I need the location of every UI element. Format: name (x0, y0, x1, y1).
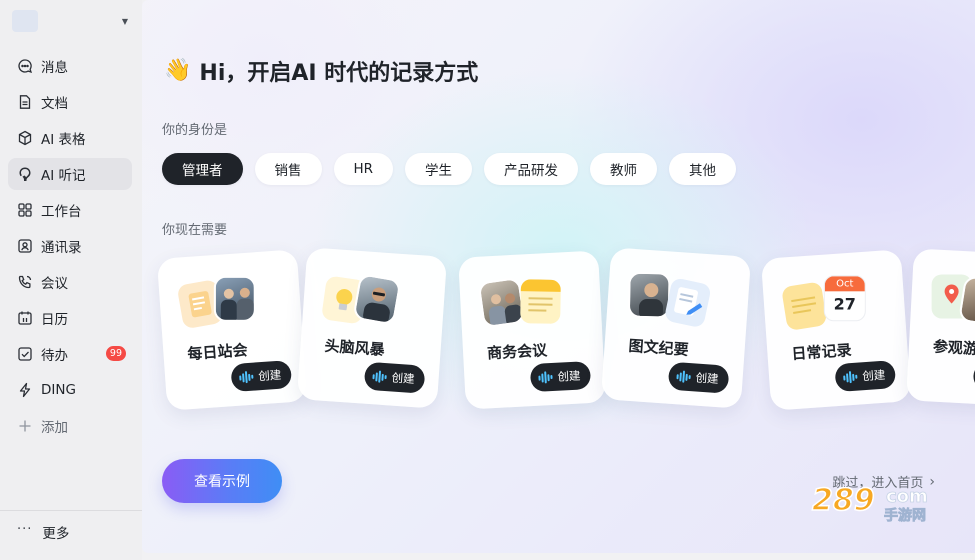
scenario-card-daily-log[interactable]: Oct 27 日常记录 创建 (760, 249, 912, 411)
audio-wave-icon (843, 371, 858, 384)
document-edit-icon (663, 277, 712, 329)
sidebar-item-contacts[interactable]: 通讯录 (8, 230, 132, 262)
scenario-card-brainstorm[interactable]: 头脑风暴 创建 (296, 247, 448, 409)
plus-icon (17, 418, 33, 434)
caret-down-icon: ▼ (121, 16, 128, 26)
watermark-subtitle: 手游网 (884, 507, 926, 524)
scenario-card-sightseeing[interactable]: 参观游览 创建 (906, 248, 975, 408)
sidebar-item-label: 待办 (41, 348, 68, 364)
scenario-card-daily-standup[interactable]: 每日站会 创建 (156, 249, 308, 411)
sidebar-item-label: DING (41, 382, 76, 398)
sidebar-item-label: 会议 (41, 276, 68, 292)
card-title: 每日站会 (186, 340, 249, 364)
unread-badge: 99 (105, 346, 126, 361)
audio-wave-icon (538, 371, 553, 384)
lightning-icon (17, 382, 33, 398)
sidebar-item-messages[interactable]: 消息 (8, 50, 132, 82)
grid-icon (17, 202, 33, 218)
sidebar-item-label: AI 听记 (41, 168, 86, 184)
waving-hand-icon: 👋 (164, 58, 192, 83)
notepad-icon (520, 279, 561, 324)
phone-icon (17, 274, 33, 290)
card-title: 日常记录 (790, 340, 853, 364)
sidebar-item-label: 消息 (41, 60, 68, 76)
people-photo (627, 271, 671, 319)
sidebar-item-label: 文档 (41, 96, 68, 112)
sidebar-item-label: 工作台 (41, 204, 82, 220)
view-examples-button[interactable]: 查看示例 (162, 459, 282, 503)
card-illustration (176, 274, 266, 336)
card-illustration (930, 271, 975, 331)
document-icon (17, 94, 33, 110)
sidebar-nav: 消息 文档 AI 表格 AI 听记 工作台 通讯录 会议 日历 待办 99 DI… (8, 50, 132, 446)
needs-label: 你现在需要 (162, 223, 228, 238)
sidebar-item-meeting[interactable]: 会议 (8, 266, 132, 298)
sidebar-item-ai-table[interactable]: AI 表格 (8, 122, 132, 154)
audio-wave-icon (239, 371, 254, 384)
more-button[interactable]: ··· 更多 (17, 520, 69, 544)
sidebar-item-calendar[interactable]: 日历 (8, 302, 132, 334)
card-illustration: Oct 27 (781, 274, 870, 336)
sidebar-item-docs[interactable]: 文档 (8, 86, 132, 118)
create-button[interactable]: 创建 (230, 360, 293, 393)
ai-listen-icon (17, 166, 33, 182)
more-label: 更多 (42, 526, 70, 542)
greeting-text: Hi，开启AI 时代的记录方式 (199, 61, 479, 86)
role-chip-manager[interactable]: 管理者 (162, 153, 243, 185)
cube-icon (17, 130, 33, 146)
sidebar: ▼ 消息 文档 AI 表格 AI 听记 工作台 通讯录 会议 日历 待办 99 … (0, 0, 142, 560)
workspace-switcher[interactable]: ▼ (12, 9, 130, 33)
card-illustration (477, 274, 566, 334)
sticky-note-icon (781, 281, 828, 332)
contacts-icon (17, 238, 33, 254)
sidebar-item-label: 添加 (41, 420, 68, 436)
people-photo (352, 272, 402, 326)
role-chips: 管理者 销售 HR 学生 产品研发 教师 其他 (162, 153, 737, 185)
scenario-card-photo-notes[interactable]: 图文纪要 创建 (600, 247, 752, 409)
audio-wave-icon (372, 370, 387, 383)
role-chip-hr[interactable]: HR (333, 153, 394, 185)
people-photo (213, 275, 256, 322)
role-chip-sales[interactable]: 销售 (254, 153, 322, 185)
sidebar-item-todo[interactable]: 待办 99 (8, 338, 132, 370)
sidebar-item-label: 通讯录 (41, 240, 82, 256)
card-title: 图文纪要 (628, 336, 690, 359)
sidebar-item-add[interactable]: 添加 (8, 410, 132, 442)
page-title: 👋 Hi，开启AI 时代的记录方式 (164, 55, 478, 87)
todo-icon (17, 346, 33, 362)
card-title: 头脑风暴 (324, 336, 386, 359)
sidebar-item-ai-listen[interactable]: AI 听记 (8, 158, 132, 190)
identity-label: 你的身份是 (162, 123, 228, 138)
card-illustration (321, 271, 410, 333)
sidebar-divider (0, 510, 142, 511)
bottom-strip (142, 553, 975, 560)
create-button[interactable]: 创建 (667, 361, 730, 394)
card-illustration (626, 271, 714, 333)
card-title: 商务会议 (486, 341, 548, 363)
role-chip-student[interactable]: 学生 (405, 153, 473, 185)
watermark-number: 289 (812, 483, 875, 518)
sidebar-item-label: 日历 (41, 312, 68, 328)
role-chip-teacher[interactable]: 教师 (590, 153, 658, 185)
chat-icon (17, 58, 33, 74)
site-watermark: 289 com 手游网 (810, 478, 960, 524)
watermark-com: com (886, 486, 928, 507)
create-button[interactable]: 创建 (834, 360, 897, 393)
calendar-date-icon: Oct 27 (823, 275, 866, 322)
create-button[interactable]: 创建 (363, 361, 426, 394)
sidebar-item-ding[interactable]: DING (8, 374, 132, 406)
role-chip-product-dev[interactable]: 产品研发 (484, 153, 579, 185)
role-chip-other[interactable]: 其他 (669, 153, 737, 185)
calendar-icon (17, 310, 33, 326)
sidebar-item-label: AI 表格 (41, 132, 86, 148)
create-button[interactable]: 创建 (529, 361, 592, 393)
sidebar-item-workbench[interactable]: 工作台 (8, 194, 132, 226)
main-panel: 👋 Hi，开启AI 时代的记录方式 你的身份是 管理者 销售 HR 学生 产品研… (142, 0, 975, 553)
audio-wave-icon (676, 370, 691, 383)
more-dots-icon: ··· (17, 522, 33, 537)
people-photo (477, 276, 526, 329)
scenario-card-business-meeting[interactable]: 商务会议 创建 (458, 250, 606, 410)
card-title: 参观游览 (932, 337, 975, 359)
workspace-logo (12, 10, 38, 32)
